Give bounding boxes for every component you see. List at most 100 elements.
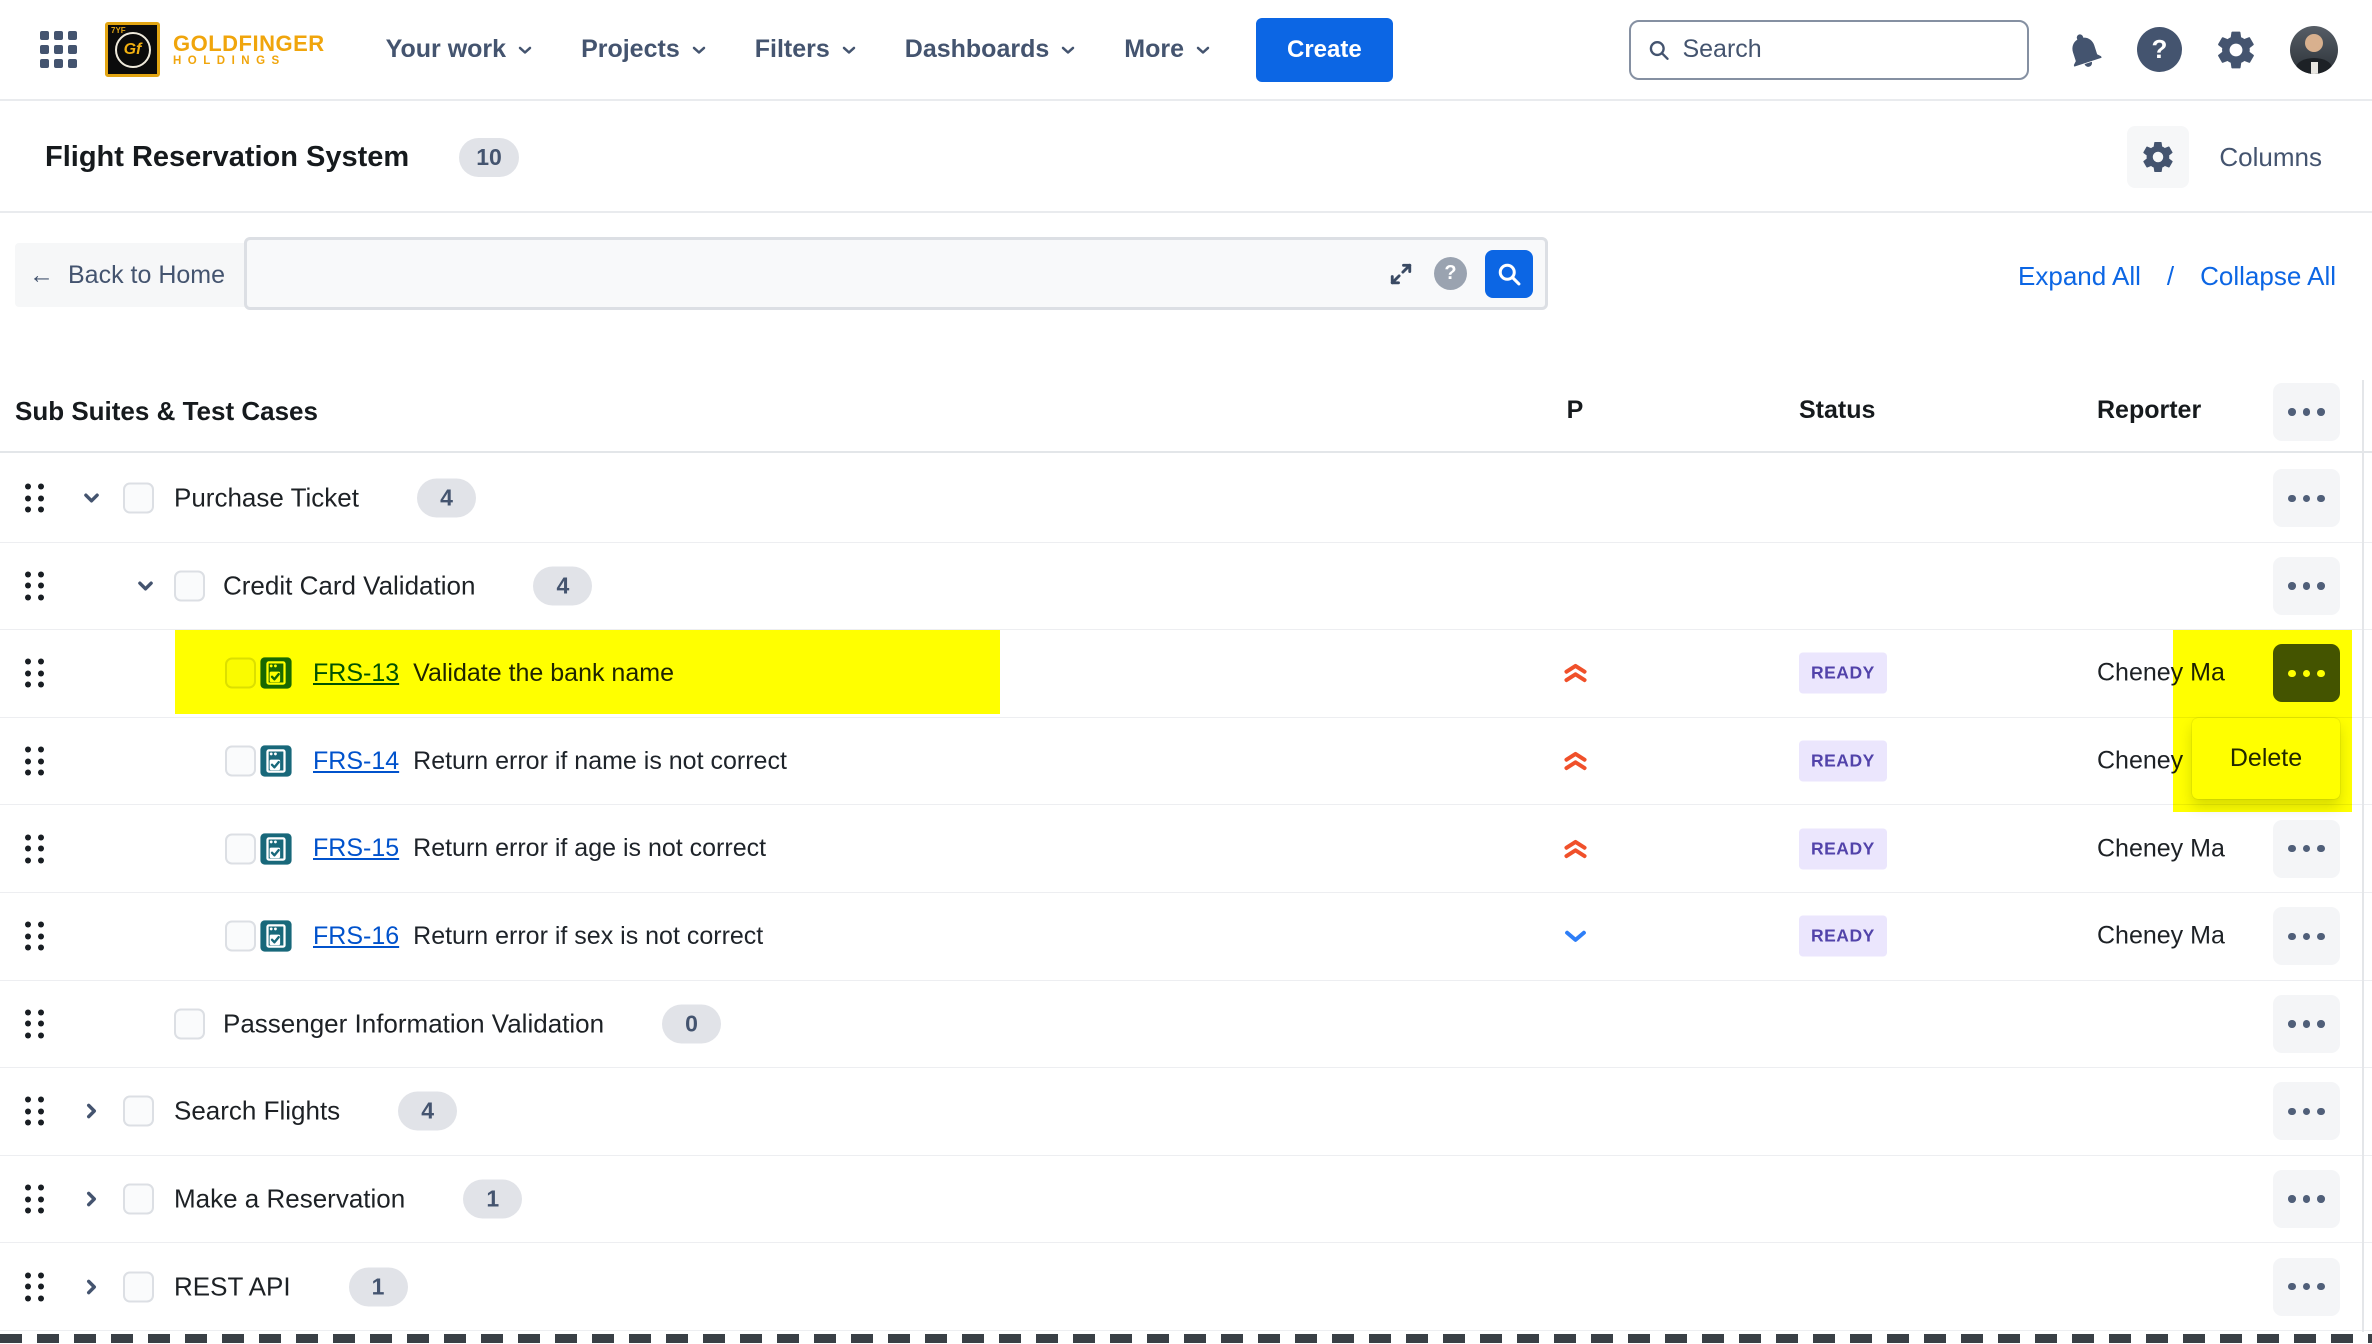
row-checkbox[interactable] (123, 1271, 154, 1302)
suite-row: Purchase Ticket 4 (0, 455, 2372, 543)
app-switcher-icon[interactable] (40, 31, 77, 68)
testcase-key-link[interactable]: FRS-14 (313, 747, 399, 776)
drag-handle[interactable] (25, 1009, 44, 1038)
back-to-home-label: Back to Home (68, 261, 225, 290)
nav-item-label: Your work (386, 35, 506, 64)
testcase-row: FRS-15 Return error if age is not correc… (0, 805, 2372, 893)
collapse-all-link[interactable]: Collapse All (2200, 261, 2336, 292)
column-header-priority: P (1545, 396, 1605, 425)
status-badge: READY (1799, 828, 1887, 869)
reporter-name: Cheney Ma (2097, 659, 2225, 688)
chevron-down-icon (515, 40, 535, 60)
global-search-box[interactable] (1629, 20, 2029, 80)
row-checkbox[interactable] (123, 1096, 154, 1127)
delete-menu-item[interactable]: Delete (2230, 744, 2302, 773)
row-actions-button[interactable] (2273, 469, 2340, 527)
columns-settings-button[interactable] (2127, 126, 2189, 188)
testcase-key-link[interactable]: FRS-13 (313, 659, 399, 688)
row-actions-button[interactable] (2273, 557, 2340, 615)
suite-label: Search Flights (174, 1096, 340, 1127)
filter-search-box[interactable]: ? (244, 237, 1548, 310)
chevron-down-icon (839, 40, 859, 60)
chevron-right-icon[interactable] (78, 1186, 105, 1213)
nav-item-filters[interactable]: Filters (732, 18, 882, 82)
chevron-right-icon[interactable] (78, 1098, 105, 1125)
column-header-status: Status (1799, 396, 1875, 425)
row-context-menu: Delete (2192, 718, 2340, 799)
row-checkbox[interactable] (174, 570, 205, 601)
total-count-badge: 10 (459, 138, 519, 177)
row-actions-button[interactable] (2273, 1258, 2340, 1316)
drag-handle[interactable] (25, 484, 44, 513)
bottom-dashed-divider (0, 1334, 2372, 1343)
suite-label: REST API (174, 1271, 291, 1302)
settings-gear-icon[interactable] (2214, 28, 2258, 72)
nav-item-dashboards[interactable]: Dashboards (882, 18, 1101, 82)
count-badge: 1 (463, 1180, 522, 1219)
row-checkbox[interactable] (225, 921, 256, 952)
global-search-input[interactable] (1682, 35, 2011, 64)
suite-row: Credit Card Validation 4 (0, 543, 2372, 631)
nav-item-your-work[interactable]: Your work (363, 18, 558, 82)
testcase-summary: Return error if sex is not correct (413, 922, 763, 951)
row-actions-button[interactable] (2273, 907, 2340, 965)
search-syntax-help-icon[interactable]: ? (1434, 257, 1467, 290)
row-checkbox[interactable] (123, 483, 154, 514)
help-icon[interactable]: ? (2137, 27, 2182, 72)
drag-handle[interactable] (25, 1097, 44, 1126)
count-badge: 1 (349, 1267, 408, 1306)
row-checkbox[interactable] (123, 1184, 154, 1215)
row-actions-button[interactable] (2273, 1082, 2340, 1140)
suite-label: Credit Card Validation (223, 570, 475, 601)
nav-item-label: More (1124, 35, 1184, 64)
run-search-button[interactable] (1485, 250, 1533, 298)
drag-handle[interactable] (25, 834, 44, 863)
testcase-icon (259, 656, 293, 690)
testcase-icon (259, 919, 293, 953)
drag-handle[interactable] (25, 571, 44, 600)
table-header: Sub Suites & Test Cases P Status Reporte… (0, 375, 2372, 453)
top-navigation-bar: 7YF Gf GOLDFINGER HOLDINGS Your work Proj… (0, 0, 2372, 101)
row-checkbox[interactable] (225, 746, 256, 777)
testcase-key-link[interactable]: FRS-16 (313, 922, 399, 951)
row-actions-button[interactable] (2273, 1170, 2340, 1228)
reporter-name: Cheney Ma (2097, 834, 2225, 863)
user-avatar[interactable] (2290, 26, 2338, 74)
testcase-row: FRS-13 Validate the bank name READY Chen… (0, 630, 2372, 718)
notifications-bell-icon[interactable] (2058, 23, 2111, 76)
count-badge: 4 (398, 1092, 457, 1131)
nav-item-more[interactable]: More (1101, 18, 1236, 82)
drag-handle[interactable] (25, 1272, 44, 1301)
filter-search-input[interactable] (259, 259, 1368, 288)
row-checkbox[interactable] (174, 1008, 205, 1039)
chevron-down-icon (689, 40, 709, 60)
drag-handle[interactable] (25, 1185, 44, 1214)
row-actions-button[interactable] (2273, 820, 2340, 878)
toolbar: ← Back to Home ? Expand All / Collapse A… (0, 215, 2372, 375)
status-badge: READY (1799, 653, 1887, 694)
drag-handle[interactable] (25, 659, 44, 688)
expand-all-link[interactable]: Expand All (2018, 261, 2141, 292)
reporter-name: Cheney Ma (2097, 922, 2225, 951)
site-logo[interactable]: 7YF Gf GOLDFINGER HOLDINGS (105, 22, 325, 77)
testcase-key-link[interactable]: FRS-15 (313, 834, 399, 863)
row-checkbox[interactable] (225, 658, 256, 689)
chevron-right-icon[interactable] (78, 1273, 105, 1300)
drag-handle[interactable] (25, 747, 44, 776)
expand-diagonal-icon[interactable] (1386, 259, 1416, 289)
table-actions-button[interactable] (2273, 383, 2340, 441)
row-actions-button[interactable] (2273, 995, 2340, 1053)
nav-item-label: Filters (755, 35, 830, 64)
create-button[interactable]: Create (1256, 18, 1393, 82)
logo-emblem: 7YF Gf (105, 22, 160, 77)
chevron-down-icon[interactable] (78, 485, 105, 512)
gear-icon (2140, 139, 2176, 175)
column-header-main: Sub Suites & Test Cases (15, 396, 318, 427)
table-right-divider (2362, 380, 2364, 1332)
columns-label[interactable]: Columns (2219, 142, 2322, 173)
nav-item-projects[interactable]: Projects (558, 18, 732, 82)
row-actions-button[interactable] (2273, 644, 2340, 702)
row-checkbox[interactable] (225, 833, 256, 864)
drag-handle[interactable] (25, 922, 44, 951)
chevron-down-icon[interactable] (132, 572, 159, 599)
